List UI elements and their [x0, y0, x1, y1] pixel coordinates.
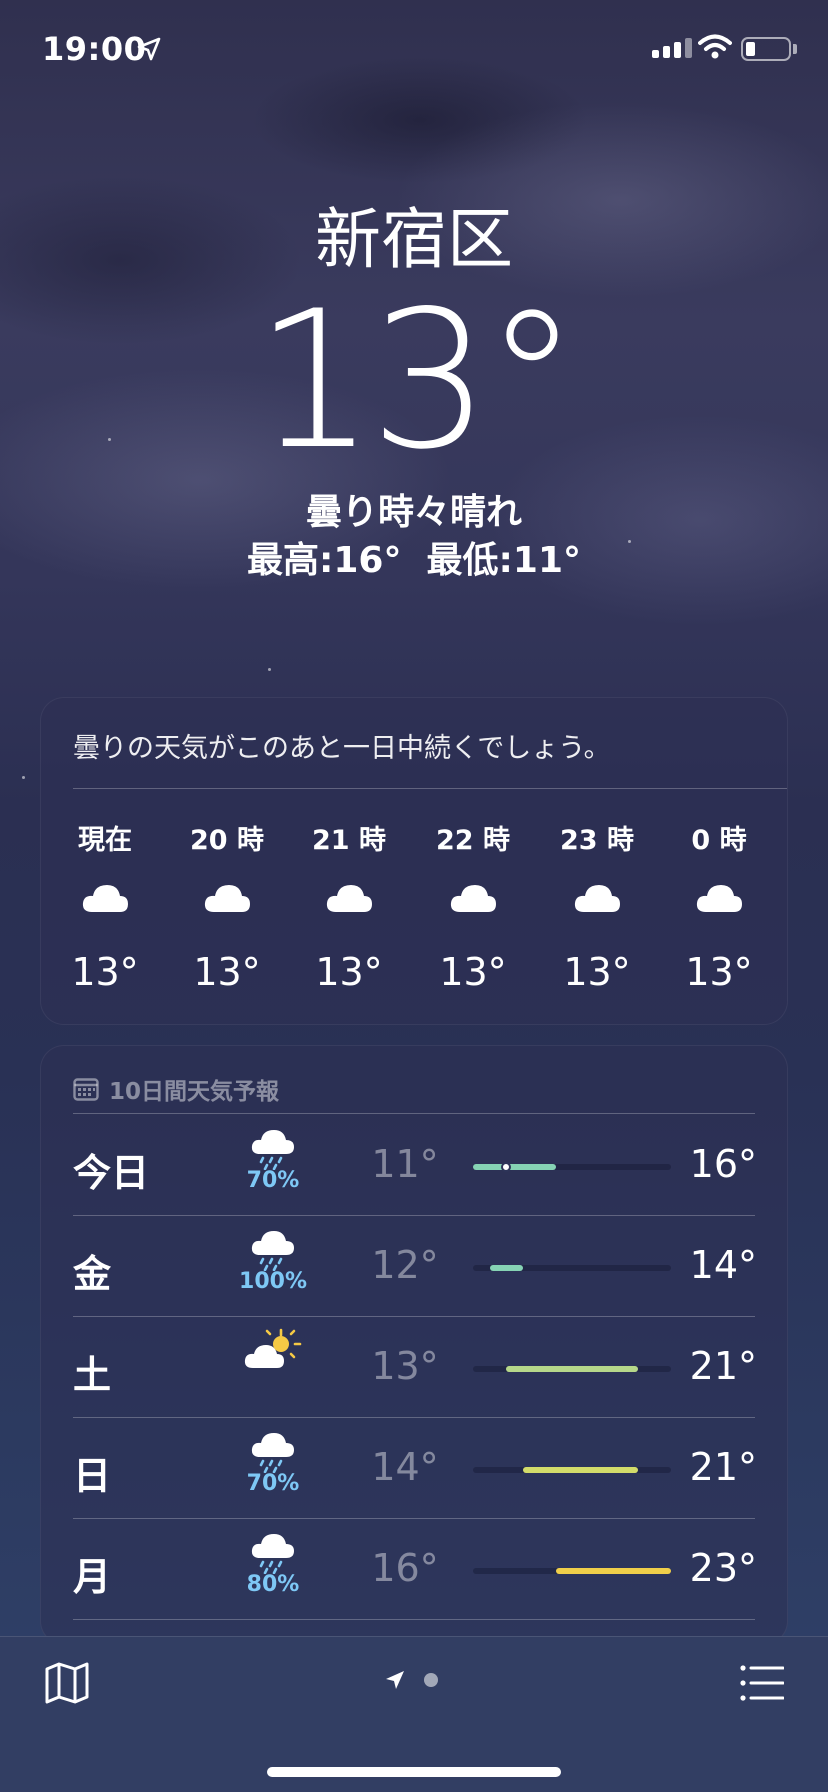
day-row[interactable]: 今日 70% 11° 16°	[73, 1114, 757, 1215]
cloud-icon	[574, 885, 620, 912]
battery-icon	[741, 37, 791, 61]
precipitation-chance: 70%	[246, 1168, 300, 1193]
day-row[interactable]: 金 100% 12° 14°	[73, 1215, 757, 1316]
hour-label: 21 時	[312, 825, 386, 856]
day-high-temp: 14°	[689, 1243, 757, 1287]
high-low-text: 最高:16° 最低:11°	[246, 540, 582, 581]
page-indicator[interactable]	[384, 1669, 438, 1691]
temp-range-bar	[473, 1568, 671, 1574]
day-name: 土	[73, 1353, 112, 1397]
star	[22, 776, 25, 779]
day-icon-group: 80%	[238, 1530, 308, 1597]
day-icon-group	[238, 1328, 308, 1372]
map-icon[interactable]	[44, 1661, 90, 1705]
day-high-temp: 21°	[689, 1344, 757, 1388]
calendar-icon	[73, 1078, 99, 1101]
precipitation-chance: 70%	[246, 1471, 300, 1496]
hour-column: 23 時 13°	[547, 818, 647, 994]
divider	[73, 788, 787, 789]
temp-range-fill	[506, 1366, 638, 1372]
temp-range-fill	[522, 1467, 638, 1473]
cloud-icon	[204, 885, 250, 912]
status-time: 19:00	[42, 30, 147, 68]
ten-day-title-text: 10日間天気予報	[109, 1079, 280, 1105]
day-name: 今日	[73, 1151, 150, 1195]
day-name: 金	[73, 1252, 112, 1296]
page-dot-icon[interactable]	[424, 1673, 438, 1687]
forecast-summary: 曇りの天気がこのあと一日中続くでしょう。	[73, 733, 611, 764]
hour-temp: 13°	[685, 950, 753, 994]
hour-temp: 13°	[563, 950, 631, 994]
day-row[interactable]: 土 13° 21°	[73, 1316, 757, 1417]
location-arrow-icon[interactable]	[384, 1669, 406, 1691]
current-weather-header: 新宿区 13° 曇り時々晴れ 最高:16° 最低:11°	[0, 200, 828, 586]
day-low-temp: 14°	[371, 1445, 439, 1489]
cloud-rain-icon	[251, 1433, 294, 1473]
status-bar: 19:00	[0, 0, 828, 100]
day-low-temp: 16°	[371, 1546, 439, 1590]
hour-temp: 13°	[193, 950, 261, 994]
temp-range-bar	[473, 1467, 671, 1473]
hour-column: 現在 13°	[55, 818, 155, 994]
hour-temp: 13°	[315, 950, 383, 994]
day-name: 月	[73, 1555, 112, 1599]
temp-range-bar	[473, 1366, 671, 1372]
day-low-temp: 12°	[371, 1243, 439, 1287]
condition-text: 曇り時々晴れ	[305, 492, 522, 533]
ten-day-forecast-card[interactable]: 10日間天気予報 今日 70% 11° 16° 金 100% 12° 14° 土 13° 21° 日 7…	[40, 1045, 788, 1645]
location-arrow-icon	[137, 37, 161, 61]
hour-label: 現在	[78, 825, 132, 856]
hour-label: 23 時	[560, 825, 634, 856]
precipitation-chance: 100%	[239, 1269, 307, 1294]
temp-range-bar	[473, 1265, 671, 1271]
hour-column: 20 時 13°	[177, 818, 277, 994]
hour-label: 22 時	[436, 825, 510, 856]
day-high-temp: 21°	[689, 1445, 757, 1489]
cloud-icon	[326, 885, 372, 912]
temp-range-fill	[473, 1164, 556, 1170]
current-temperature: 13°	[254, 270, 580, 491]
hour-column: 22 時 13°	[423, 818, 523, 994]
day-low-temp: 13°	[371, 1344, 439, 1388]
location-name: 新宿区	[315, 201, 513, 278]
ten-day-title: 10日間天気予報	[73, 1072, 279, 1106]
day-icon-group: 70%	[238, 1126, 308, 1193]
day-icon-group: 100%	[238, 1227, 308, 1294]
cloud-rain-icon	[251, 1231, 294, 1271]
hour-column: 21 時 13°	[299, 818, 399, 994]
cloud-icon	[450, 885, 496, 912]
divider	[73, 1619, 755, 1620]
hour-label: 20 時	[190, 825, 264, 856]
day-low-temp: 11°	[371, 1142, 439, 1186]
day-high-temp: 23°	[689, 1546, 757, 1590]
temp-range-bar	[473, 1162, 671, 1172]
cloud-icon	[696, 885, 742, 912]
current-temp-dot	[501, 1162, 511, 1172]
day-icon-group: 70%	[238, 1429, 308, 1496]
hour-temp: 13°	[439, 950, 507, 994]
star	[268, 668, 271, 671]
cloud-rain-icon	[251, 1130, 294, 1170]
cloud-icon	[82, 885, 128, 912]
hourly-forecast-card[interactable]: 曇りの天気がこのあと一日中続くでしょう。 現在 13° 20 時 13° 21 …	[40, 697, 788, 1025]
wifi-icon	[698, 34, 732, 59]
list-icon[interactable]	[740, 1665, 784, 1701]
hour-label: 0 時	[691, 825, 747, 856]
temp-range-fill	[555, 1568, 671, 1574]
precipitation-chance: 80%	[246, 1572, 300, 1597]
cloud-sun-icon	[244, 1328, 302, 1368]
day-row[interactable]: 日 70% 14° 21°	[73, 1417, 757, 1518]
battery-tip	[793, 44, 797, 54]
cloud-rain-icon	[251, 1534, 294, 1574]
home-indicator[interactable]	[267, 1767, 561, 1777]
hour-column: 0 時 13°	[669, 818, 769, 994]
day-row[interactable]: 月 80% 16° 23°	[73, 1518, 757, 1619]
day-name: 日	[73, 1454, 112, 1498]
temp-range-fill	[489, 1265, 523, 1271]
bottom-toolbar	[0, 1636, 828, 1792]
cellular-signal-icon	[652, 38, 692, 58]
hour-temp: 13°	[71, 950, 139, 994]
day-high-temp: 16°	[689, 1142, 757, 1186]
